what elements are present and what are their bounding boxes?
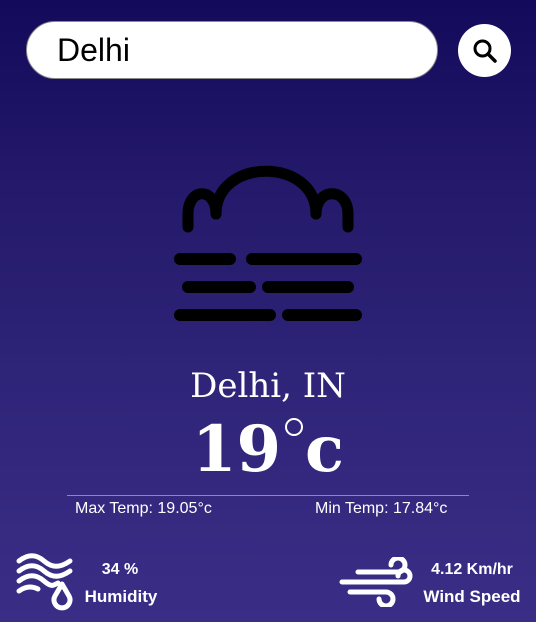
search-icon — [473, 39, 497, 63]
search-input[interactable] — [57, 31, 417, 69]
wind-speed-value: 4.12 Km/hr — [431, 561, 513, 578]
wind-icon — [339, 557, 413, 607]
humidity-value: 34 % — [101, 561, 139, 578]
search-bar — [26, 21, 438, 79]
wind-speed-label: Wind Speed — [423, 587, 521, 606]
temperature: 19 c — [0, 410, 536, 490]
max-temp: Max Temp: 19.05°c — [75, 500, 212, 517]
divider — [67, 495, 469, 496]
degree-symbol — [285, 418, 304, 436]
search-button[interactable] — [458, 24, 511, 77]
humidity-label: Humidity — [84, 587, 158, 606]
temperature-unit: c — [305, 412, 345, 487]
city-name: Delhi, IN — [190, 366, 346, 406]
min-temp: Min Temp: 17.84°c — [315, 500, 448, 517]
temperature-value: 19 — [191, 412, 282, 487]
humidity-icon — [16, 553, 73, 611]
fog-icon — [174, 165, 362, 321]
